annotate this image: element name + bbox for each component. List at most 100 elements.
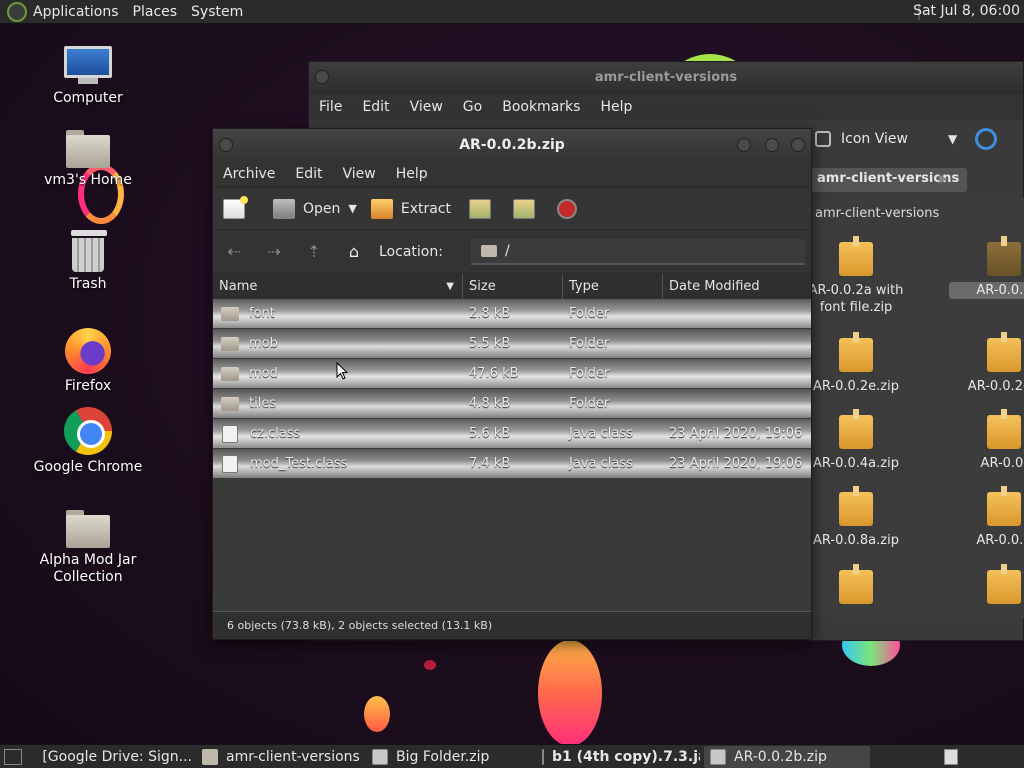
places-menu[interactable]: Places bbox=[133, 4, 178, 20]
menu-view[interactable]: View bbox=[410, 99, 443, 115]
desktop-icon-label: Alpha Mod Jar Collection bbox=[39, 552, 137, 585]
file-type: Folder bbox=[569, 366, 610, 381]
desktop-icon-chrome[interactable]: Google Chrome bbox=[33, 407, 143, 476]
desktop-icon-mod-jar-collection[interactable]: Alpha Mod Jar Collection bbox=[33, 510, 143, 586]
task-button-file-manager[interactable]: amr-client-versions bbox=[196, 746, 362, 768]
stop-button[interactable] bbox=[557, 198, 578, 219]
chevron-down-icon[interactable]: ▼ bbox=[348, 202, 356, 215]
table-row[interactable]: mod 47.6 kB Folder bbox=[213, 359, 811, 389]
file-list[interactable]: font 2.8 kB Folder mob 5.5 kB Folder mod… bbox=[213, 299, 811, 619]
minimize-button[interactable] bbox=[737, 138, 751, 152]
back-arrow-icon[interactable]: ⇠ bbox=[223, 242, 245, 261]
column-size[interactable]: Size bbox=[463, 273, 563, 300]
add-folder-button[interactable] bbox=[513, 198, 543, 219]
file-item[interactable] bbox=[809, 564, 911, 610]
file-item-selected[interactable]: AR-0.0.2 bbox=[949, 236, 1024, 299]
window-title: amr-client-versions bbox=[594, 70, 738, 85]
desktop-icon-home[interactable]: vm3's Home bbox=[33, 130, 143, 189]
file-item[interactable]: AR-0.0.2e t bbox=[949, 332, 1024, 395]
folder-icon bbox=[202, 748, 218, 765]
status-bar: 6 objects (73.8 kB), 2 objects selected … bbox=[213, 611, 811, 639]
new-archive-button[interactable] bbox=[223, 195, 253, 219]
archive-manager-window: AR-0.0.2b.zip Archive Edit View Help Ope… bbox=[212, 128, 812, 640]
task-button-archive-active[interactable]: AR-0.0.2b.zip bbox=[704, 745, 870, 768]
file-item[interactable]: AR-0.0.8a.zip bbox=[809, 486, 911, 549]
file-icon-view[interactable]: amr-client-versions AR-0.0.2a with font … bbox=[809, 198, 1024, 618]
workspace-switcher-icon[interactable] bbox=[944, 749, 958, 765]
desktop-icon-label: Trash bbox=[69, 276, 107, 292]
file-item[interactable]: AR-0.0.9 bbox=[949, 486, 1024, 549]
archive-titlebar[interactable]: AR-0.0.2b.zip bbox=[213, 129, 811, 161]
system-menu[interactable]: System bbox=[191, 4, 243, 20]
menu-edit[interactable]: Edit bbox=[295, 166, 322, 182]
menu-help[interactable]: Help bbox=[396, 166, 428, 182]
task-label: amr-client-versions bbox=[226, 748, 360, 765]
desktop-icon-computer[interactable]: Computer bbox=[33, 46, 143, 107]
table-row[interactable]: mod_Test.class 7.4 kB Java class 23 Apri… bbox=[213, 449, 811, 479]
panel-clock[interactable]: Sat Jul 8, 06:00 bbox=[913, 3, 1020, 19]
file-type: Folder bbox=[569, 306, 610, 321]
wallpaper-blob-small bbox=[364, 696, 390, 732]
menu-go[interactable]: Go bbox=[463, 99, 482, 115]
home-icon[interactable]: ⌂ bbox=[343, 242, 365, 261]
view-mode-select[interactable]: Icon View bbox=[841, 131, 908, 147]
table-row[interactable]: tiles 4.8 kB Folder bbox=[213, 389, 811, 419]
zip-file-icon bbox=[987, 332, 1021, 372]
search-icon[interactable] bbox=[975, 128, 998, 150]
file-item[interactable]: AR-0.0. bbox=[949, 409, 1024, 472]
desktop-icon-label: Computer bbox=[53, 90, 123, 106]
file-list-header: Name ▼ Size Type Date Modified bbox=[213, 273, 811, 300]
menu-bookmarks[interactable]: Bookmarks bbox=[502, 99, 580, 115]
file-manager-titlebar[interactable]: amr-client-versions bbox=[309, 62, 1023, 94]
chrome-icon bbox=[64, 407, 112, 455]
file-type: Folder bbox=[569, 396, 610, 411]
close-button[interactable] bbox=[791, 138, 805, 152]
table-row[interactable]: cz.class 5.6 kB Java class 23 April 2020… bbox=[213, 419, 811, 449]
chevron-right-icon[interactable]: ▶ bbox=[939, 172, 947, 185]
file-item[interactable]: AR-0.0.2a with font file.zip bbox=[809, 236, 911, 316]
menu-edit[interactable]: Edit bbox=[362, 99, 389, 115]
java-class-icon bbox=[222, 454, 238, 473]
applications-menu[interactable]: Applications bbox=[33, 4, 119, 20]
location-field[interactable]: / bbox=[470, 238, 805, 265]
file-item[interactable] bbox=[949, 564, 1024, 610]
task-button-jar[interactable]: b1 (4th copy).7.3.jar bbox=[536, 746, 700, 768]
window-menu-button[interactable] bbox=[315, 70, 329, 84]
menu-view[interactable]: View bbox=[343, 166, 376, 182]
menu-file[interactable]: File bbox=[319, 99, 342, 115]
add-files-button[interactable] bbox=[469, 198, 499, 219]
zip-file-icon bbox=[839, 236, 873, 276]
menu-help[interactable]: Help bbox=[600, 99, 632, 115]
forward-arrow-icon[interactable]: ⇢ bbox=[263, 242, 285, 261]
column-type[interactable]: Type bbox=[563, 273, 663, 300]
file-size: 2.8 kB bbox=[469, 306, 511, 321]
up-arrow-icon[interactable]: ⇡ bbox=[303, 242, 325, 261]
file-item[interactable]: AR-0.0.4a.zip bbox=[809, 409, 911, 472]
menu-archive[interactable]: Archive bbox=[223, 166, 275, 182]
menu-logo-icon[interactable] bbox=[7, 1, 27, 22]
bottom-panel: [Google Drive: Sign... amr-client-versio… bbox=[0, 744, 1024, 768]
desktop-icon-firefox[interactable]: Firefox bbox=[33, 328, 143, 395]
zip-file-icon bbox=[987, 486, 1021, 526]
show-desktop-icon[interactable] bbox=[4, 748, 22, 765]
desktop-icon-trash[interactable]: Trash bbox=[33, 230, 143, 293]
column-date[interactable]: Date Modified bbox=[663, 274, 811, 300]
file-date: 23 April 2020, 19:06 bbox=[669, 426, 803, 441]
file-type: Java class bbox=[569, 426, 633, 441]
column-name[interactable]: Name ▼ bbox=[213, 273, 463, 300]
zip-file-icon bbox=[839, 564, 873, 604]
folder-icon bbox=[480, 244, 497, 257]
task-button-chrome[interactable]: [Google Drive: Sign... bbox=[28, 746, 192, 768]
table-row[interactable]: font 2.8 kB Folder bbox=[213, 299, 811, 329]
open-button[interactable]: Open bbox=[273, 198, 340, 219]
window-menu-button[interactable] bbox=[219, 138, 233, 152]
file-label: AR-0.0.8a.zip bbox=[813, 533, 899, 548]
task-button-big-folder[interactable]: Big Folder.zip bbox=[366, 746, 532, 768]
zip-file-icon bbox=[987, 236, 1021, 276]
table-row[interactable]: mob 5.5 kB Folder bbox=[213, 329, 811, 359]
file-item[interactable]: AR-0.0.2e.zip bbox=[809, 332, 911, 395]
zip-file-icon bbox=[839, 332, 873, 372]
maximize-button[interactable] bbox=[765, 138, 779, 152]
extract-button[interactable]: Extract bbox=[370, 198, 451, 219]
chevron-down-icon[interactable]: ▼ bbox=[948, 132, 957, 146]
